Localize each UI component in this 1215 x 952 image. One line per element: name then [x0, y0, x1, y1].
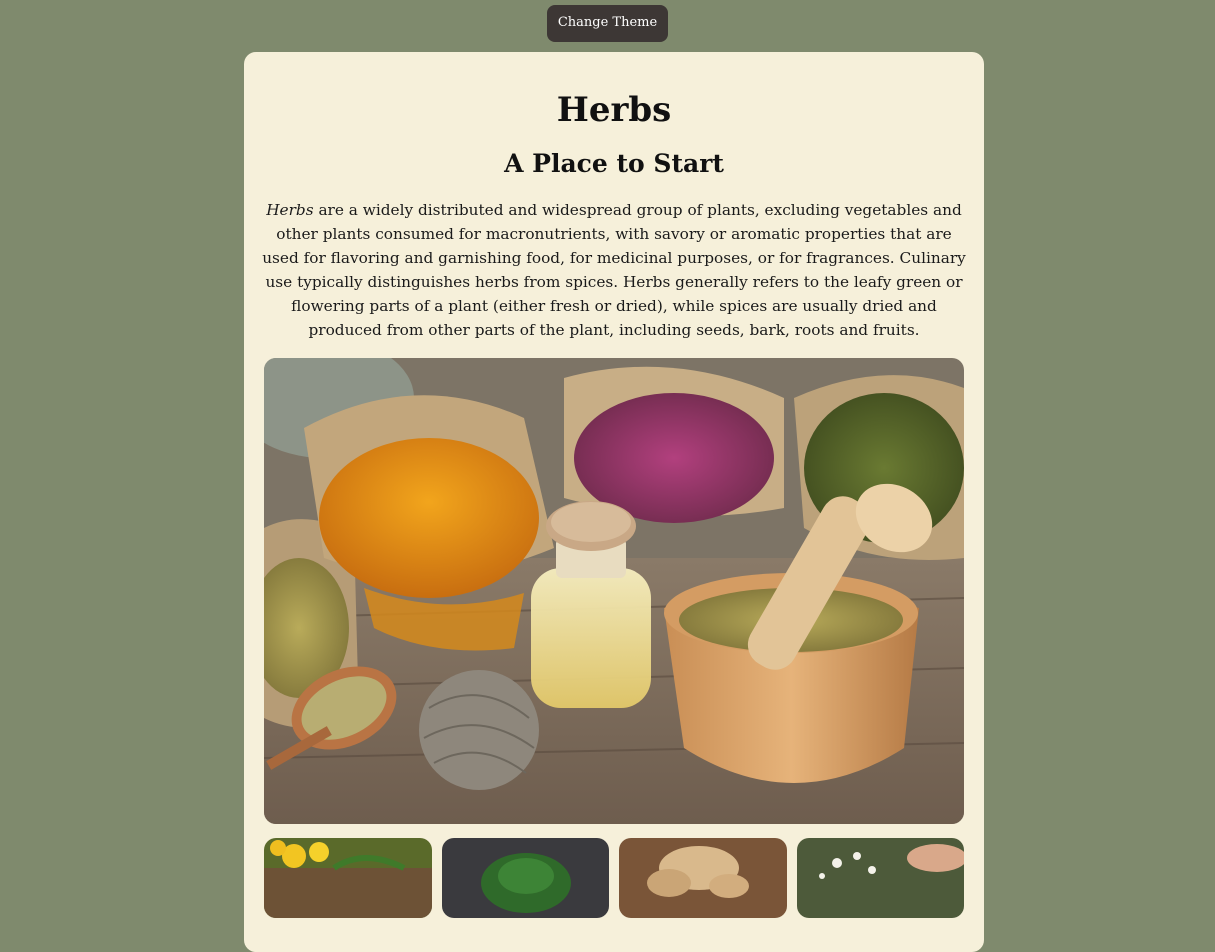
thumbnail-nettle — [442, 838, 609, 918]
thumbnail-chamomile — [797, 838, 964, 918]
thumbnail-nettle-illustration — [442, 838, 609, 918]
thumbnail-dandelion — [264, 838, 432, 918]
thumbnail-ginger-illustration — [619, 838, 787, 918]
intro-text: are a widely distributed and widespread … — [262, 201, 966, 339]
intro-paragraph: Herbs are a widely distributed and wides… — [262, 198, 966, 342]
thumbnail-chamomile-illustration — [797, 838, 964, 918]
top-bar: Change Theme — [0, 5, 1215, 42]
page-title: Herbs — [556, 90, 672, 130]
hero-image — [264, 358, 964, 824]
thumbnail-dandelion-illustration — [264, 838, 432, 918]
intro-lead-word: Herbs — [266, 201, 314, 219]
page-subtitle: A Place to Start — [504, 149, 724, 178]
hero-illustration — [264, 358, 964, 824]
thumbnail-ginger — [619, 838, 787, 918]
change-theme-button[interactable]: Change Theme — [546, 5, 669, 42]
